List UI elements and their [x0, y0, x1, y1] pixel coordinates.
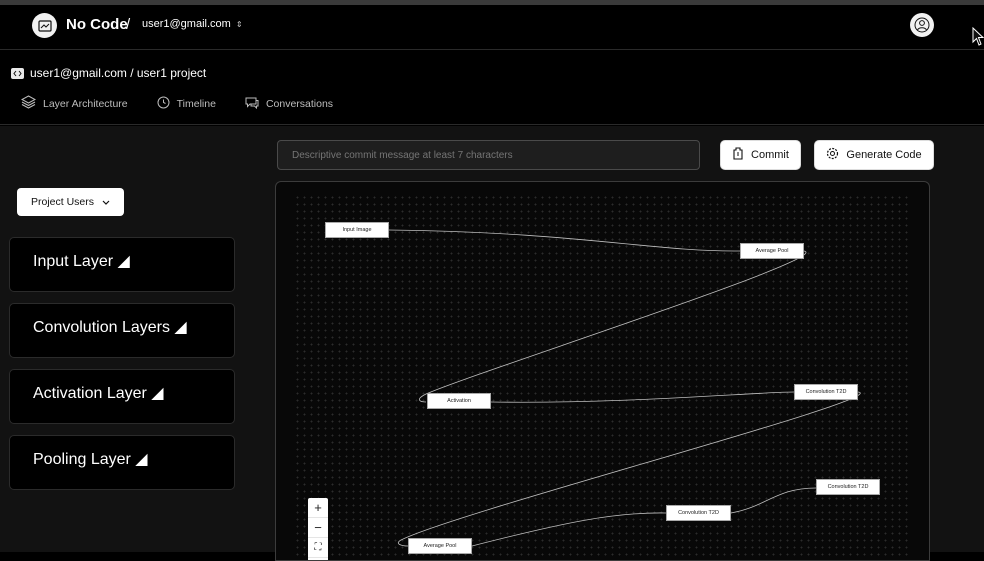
graph-edges: [388, 229, 861, 547]
tab-label: Conversations: [265, 97, 334, 110]
user-icon[interactable]: [910, 13, 934, 37]
layers-icon: [20, 95, 37, 112]
project-users-button[interactable]: Project Users: [17, 188, 124, 216]
commit-button[interactable]: Commit: [720, 140, 801, 170]
edge: [730, 487, 817, 514]
layer-group-label: Activation Layer ◢: [33, 385, 164, 402]
code-icon: [11, 67, 24, 79]
edge: [471, 512, 667, 547]
graph-node[interactable]: Convolution T2D: [666, 505, 731, 521]
gear-icon: [826, 147, 839, 163]
project-header: user1@gmail.com / user1 project Layer Ar…: [0, 51, 984, 125]
commit-label: Commit: [751, 149, 789, 161]
graph-canvas[interactable]: Input Image Average Pool Activation Conv…: [275, 181, 930, 561]
layer-group-input[interactable]: Input Layer ◢: [9, 237, 235, 292]
top-bar: No Code / user1@gmail.com ⇕: [0, 0, 984, 50]
brand-separator: /: [126, 16, 131, 33]
layer-group-label: Convolution Layers ◢: [33, 319, 187, 336]
edge: [419, 250, 807, 403]
account-switcher[interactable]: user1@gmail.com ⇕: [142, 18, 243, 30]
workspace: Commit Generate Code Project Users Input…: [0, 126, 984, 561]
tab-label: Layer Architecture: [43, 97, 128, 110]
layer-group-pooling[interactable]: Pooling Layer ◢: [9, 435, 235, 490]
zoom-in-button[interactable]: +: [308, 498, 328, 518]
graph-node[interactable]: Average Pool: [740, 243, 804, 259]
layer-group-activation[interactable]: Activation Layer ◢: [9, 369, 235, 424]
edge: [397, 391, 861, 547]
account-email: user1@gmail.com: [142, 18, 231, 30]
commit-message-input[interactable]: [277, 140, 700, 170]
edge: [490, 391, 795, 403]
chat-icon: [245, 96, 259, 112]
tab-bar: Layer Architecture Timeline Conversation…: [20, 95, 362, 112]
graph-node[interactable]: Input Image: [325, 222, 389, 238]
edge: [388, 229, 741, 252]
layer-group-label: Input Layer ◢: [33, 253, 130, 270]
breadcrumb-text: user1@gmail.com / user1 project: [30, 66, 207, 80]
cursor-icon: [972, 26, 984, 52]
clock-icon: [157, 96, 170, 112]
breadcrumb: user1@gmail.com / user1 project: [11, 66, 206, 80]
chevron-updown-icon: ⇕: [235, 19, 243, 29]
tab-conversations[interactable]: Conversations: [245, 95, 333, 112]
zoom-out-button[interactable]: −: [308, 518, 328, 538]
layer-group-label: Pooling Layer ◢: [33, 451, 148, 468]
layer-group-convolution[interactable]: Convolution Layers ◢: [9, 303, 235, 358]
tab-timeline[interactable]: Timeline: [157, 95, 216, 112]
commit-icon: [732, 147, 744, 163]
project-users-label: Project Users: [30, 196, 94, 208]
brand-name: No Code: [66, 16, 128, 33]
graph-node[interactable]: Activation: [427, 393, 491, 409]
graph-node[interactable]: Convolution T2D: [816, 479, 880, 495]
graph-node[interactable]: Convolution T2D: [794, 384, 858, 400]
tab-layer-architecture[interactable]: Layer Architecture: [20, 95, 128, 112]
generate-label: Generate Code: [846, 149, 922, 161]
chevron-down-icon: [102, 196, 110, 208]
logo-icon[interactable]: [32, 13, 57, 38]
fit-view-button[interactable]: ⛶: [308, 538, 328, 558]
tab-label: Timeline: [176, 97, 216, 110]
generate-code-button[interactable]: Generate Code: [814, 140, 934, 170]
